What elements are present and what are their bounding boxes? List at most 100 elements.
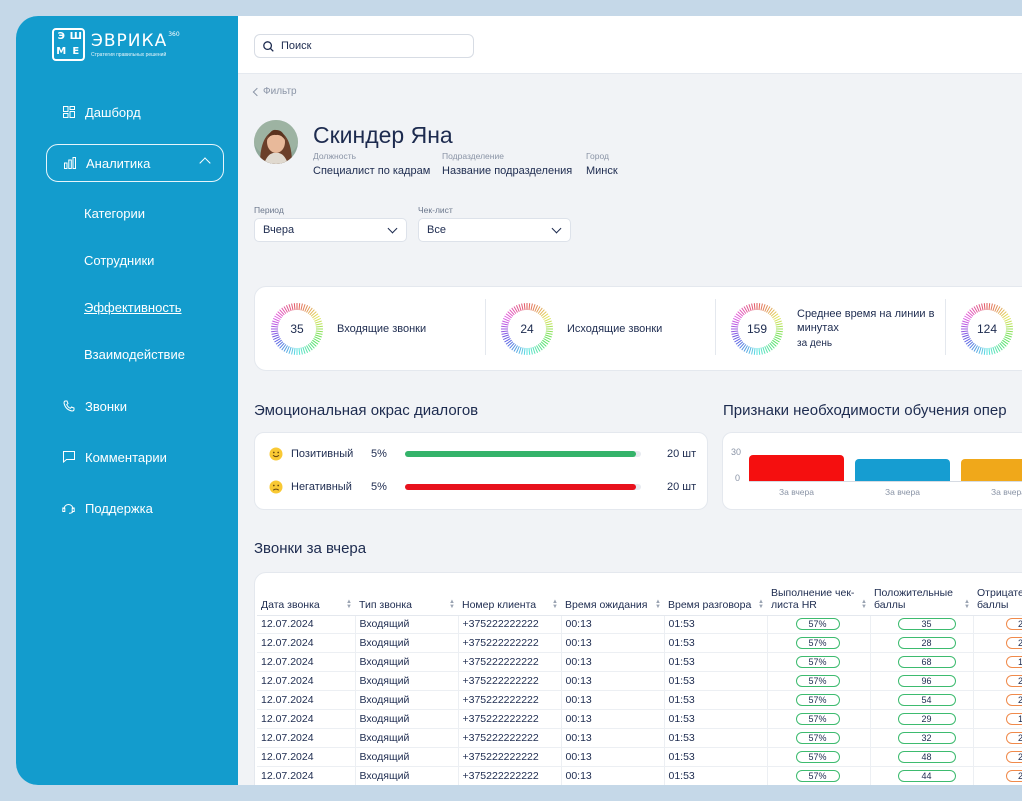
dashboard-icon: [62, 106, 75, 119]
brand-tagline: Стратегия правильных решений: [91, 52, 167, 58]
search-input[interactable]: [281, 40, 461, 52]
emotion-percent: 5%: [371, 481, 387, 493]
table-cell: 00:13: [561, 652, 665, 673]
table-row[interactable]: 12.07.2024 Входящий +375222222222 00:13 01:5…: [257, 766, 1022, 785]
table-row[interactable]: 12.07.2024 Входящий +375222222222 00:13 01:5…: [257, 615, 1022, 635]
sort-icon[interactable]: ▲ ▼: [346, 599, 352, 610]
kpi-ring: 24: [499, 301, 555, 357]
negative-score-badge: 1: [1005, 656, 1022, 669]
kpi-card: 35 Входящие звонки 24 Исходящие звонки 1…: [254, 286, 1022, 371]
table-row[interactable]: 12.07.2024 Входящий +375222222222 00:13 01:5…: [257, 652, 1022, 673]
column-header-label: Положительные баллы: [874, 586, 953, 611]
column-header-client-number[interactable]: Номер клиента ▲ ▼: [458, 585, 561, 616]
checklist-filter: Чек-лист Все: [418, 205, 571, 242]
chart-baseline: [749, 481, 1022, 482]
emotion-section-title: Эмоциональная окрас диалогов: [254, 402, 479, 419]
column-header-positive[interactable]: Положительные баллы ▲ ▼: [870, 585, 973, 616]
table-cell: 12.07.2024: [257, 747, 356, 767]
table-cell: Входящий: [355, 766, 459, 785]
table-cell: 12.07.2024: [257, 690, 356, 710]
table-cell: +375222222222: [458, 690, 562, 710]
sidebar-subitem-categories[interactable]: Категории: [84, 206, 145, 221]
sidebar-subitem-interaction[interactable]: Взаимодействие: [84, 347, 185, 362]
sidebar-subitem-efficiency[interactable]: Эффективность: [84, 300, 182, 315]
table-row[interactable]: 12.07.2024 Входящий +375222222222 00:13 01:5…: [257, 747, 1022, 767]
table-row[interactable]: 12.07.2024 Входящий +375222222222 00:13 01:5…: [257, 671, 1022, 692]
negative-score-badge: 2: [1005, 618, 1022, 631]
profile-field-position: Должность Специалист по кадрам: [313, 151, 430, 177]
negative-score-badge: 2: [1005, 731, 1022, 744]
column-header-label: Номер клиента: [462, 598, 537, 611]
chart-bar[interactable]: [961, 459, 1022, 481]
logo[interactable]: Э Ш M E ЭВРИКА360 Стратегия правильных р…: [52, 28, 180, 61]
logo-letter: Э: [57, 31, 65, 43]
sort-icon[interactable]: ▲ ▼: [449, 599, 455, 610]
column-header-checklist[interactable]: Выполнение чек-листа HR ▲ ▼: [767, 585, 870, 616]
table-cell: 01:53: [664, 671, 768, 692]
table-cell: 12.07.2024: [257, 615, 356, 635]
sidebar-item-label: Поддержка: [85, 500, 153, 516]
table-cell: 1: [973, 652, 1022, 673]
table-cell: 12.07.2024: [257, 728, 356, 748]
sort-icon[interactable]: ▲ ▼: [861, 599, 867, 610]
table-cell: +375222222222: [458, 615, 562, 635]
search-box[interactable]: [254, 34, 474, 58]
column-header-date[interactable]: Дата звонка ▲ ▼: [257, 585, 355, 616]
table-row[interactable]: 12.07.2024 Входящий +375222222222 00:13 01:5…: [257, 728, 1022, 748]
sidebar-item-dashboard[interactable]: Дашборд: [46, 93, 224, 131]
table-cell: 54: [870, 690, 974, 710]
column-header-negative[interactable]: Отрицате баллы: [973, 585, 1022, 616]
table-cell: Входящий: [355, 728, 459, 748]
table-cell: 01:53: [664, 709, 768, 729]
chevron-up-icon[interactable]: [199, 157, 211, 169]
column-header-talk-time[interactable]: Время разговора ▲ ▼: [664, 585, 767, 616]
table-cell: 35: [870, 615, 974, 635]
kpi-value: 35: [290, 322, 304, 336]
checklist-select[interactable]: Все: [418, 218, 571, 242]
sort-icon[interactable]: ▲ ▼: [758, 599, 764, 610]
sort-icon[interactable]: ▲ ▼: [655, 599, 661, 610]
table-cell: 00:13: [561, 709, 665, 729]
period-select[interactable]: Вчера: [254, 218, 407, 242]
table-cell: 00:13: [561, 690, 665, 710]
profile-field-department: Подразделение Название подразделения: [442, 151, 572, 177]
sidebar-item-support[interactable]: Поддержка: [46, 489, 224, 527]
negative-score-badge: 1: [1005, 712, 1022, 725]
table-row[interactable]: 12.07.2024 Входящий +375222222222 00:13 01:5…: [257, 690, 1022, 710]
positive-score-badge: 29: [897, 712, 956, 725]
table-cell: 57%: [767, 633, 871, 654]
sidebar-item-calls[interactable]: Звонки: [46, 387, 224, 425]
chevron-down-icon: [387, 223, 398, 234]
table-cell: +375222222222: [458, 766, 562, 785]
table-cell: 2: [973, 671, 1022, 692]
support-icon: [62, 502, 75, 515]
checklist-score-badge: 57%: [795, 769, 840, 782]
sidebar-subitem-employees[interactable]: Сотрудники: [84, 253, 154, 268]
positive-score-badge: 68: [897, 656, 956, 669]
sidebar-item-comments[interactable]: Комментарии: [46, 438, 224, 476]
chart-bar[interactable]: [855, 459, 950, 481]
positive-score-badge: 96: [897, 675, 956, 688]
sort-icon[interactable]: ▲ ▼: [964, 599, 970, 610]
emotion-bar-fill: [405, 484, 637, 490]
employee-name: Скиндер Яна: [313, 122, 453, 148]
table-row[interactable]: 12.07.2024 Входящий +375222222222 00:13 01:5…: [257, 633, 1022, 654]
table-cell: 2: [973, 615, 1022, 635]
kpi-label-text: Входящие звонки: [337, 323, 427, 335]
chart-bar[interactable]: [749, 455, 844, 481]
select-value: Вчера: [263, 224, 295, 236]
emotion-row-negative: Негативный 5% 20 шт: [269, 478, 699, 496]
emotion-bar: [405, 451, 641, 457]
column-header-wait-time[interactable]: Время ожидания ▲ ▼: [561, 585, 664, 616]
table-row[interactable]: 12.07.2024 Входящий +375222222222 00:13 01:5…: [257, 709, 1022, 729]
kpi-ring: 35: [269, 301, 325, 357]
y-tick-label: 0: [735, 473, 741, 483]
sidebar-item-analytics[interactable]: Аналитика: [46, 144, 224, 182]
back-to-filter-link[interactable]: Фильтр: [252, 86, 297, 97]
training-chart-card: 30 0 За вчера За вчера За вчера: [722, 432, 1022, 510]
table-cell: 00:13: [561, 728, 665, 748]
negative-score-badge: 2: [1005, 694, 1022, 706]
column-header-type[interactable]: Тип звонка ▲ ▼: [355, 585, 458, 616]
sort-icon[interactable]: ▲ ▼: [552, 599, 558, 610]
profile-field-city: Город Минск: [586, 151, 618, 177]
